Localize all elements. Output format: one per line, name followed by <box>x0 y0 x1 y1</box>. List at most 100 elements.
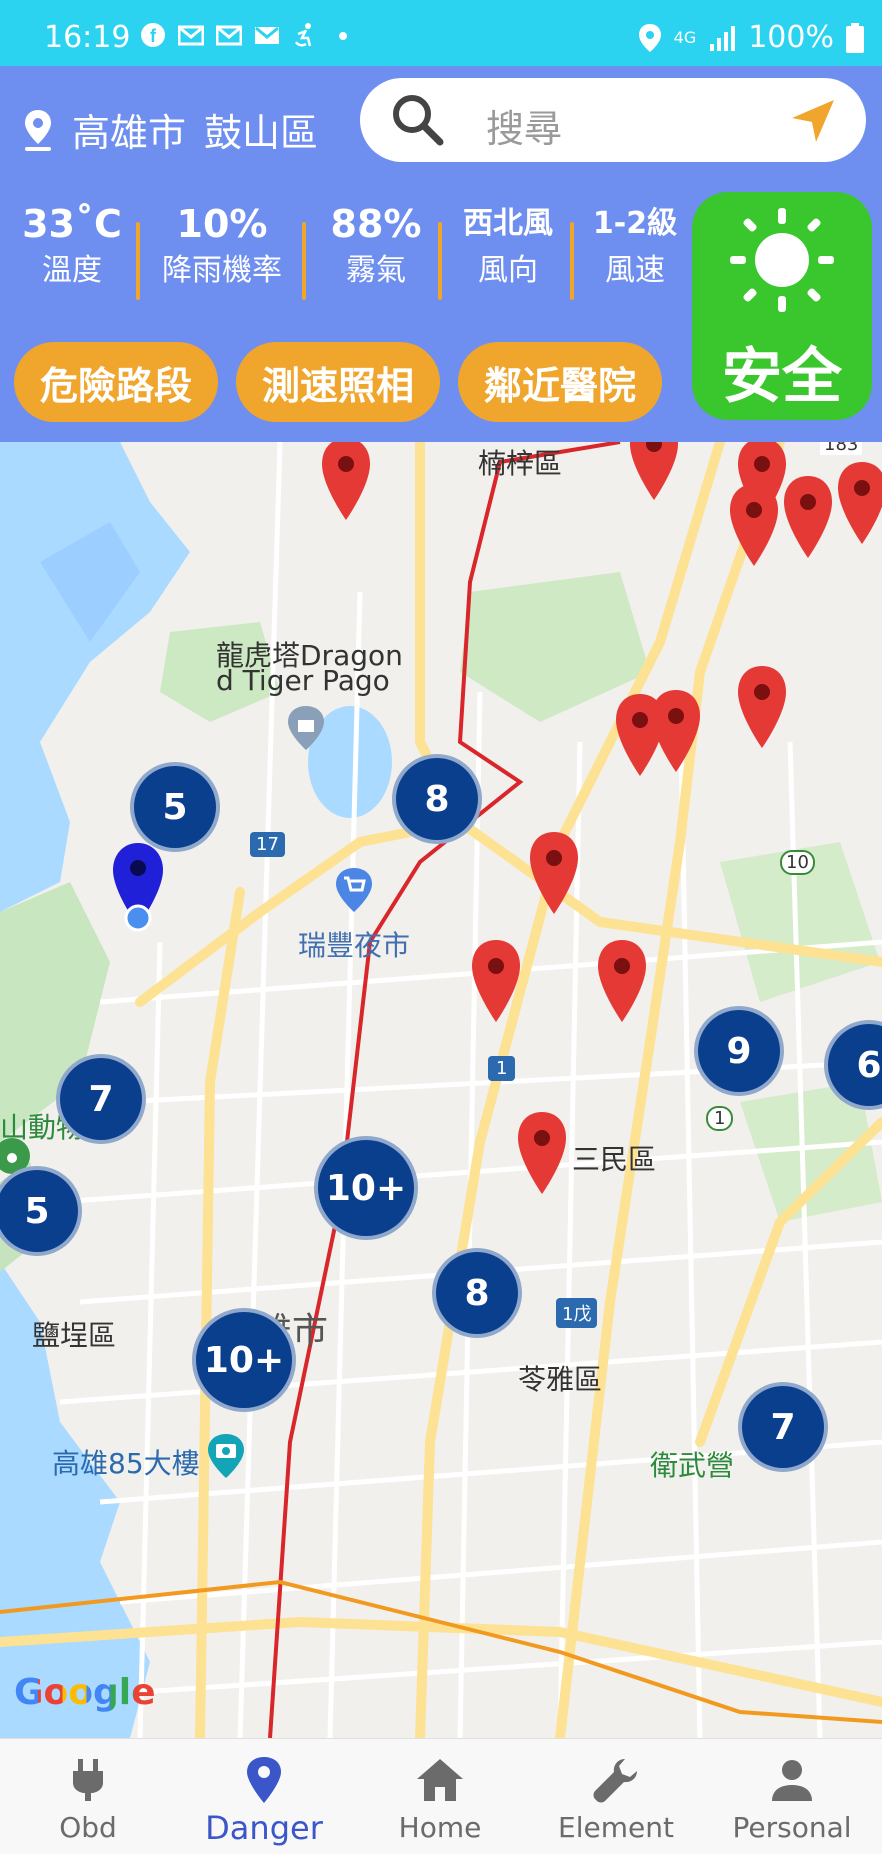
battery-percent: 100% <box>748 20 834 55</box>
stat-label: 風向 <box>478 253 538 288</box>
divider <box>438 222 442 300</box>
location-district: 鼓山區 <box>204 111 319 155</box>
dot-icon <box>339 32 347 40</box>
danger-marker[interactable] <box>516 1110 568 1196</box>
stat-value: 33˚C <box>22 202 122 246</box>
nav-label: Obd <box>59 1811 117 1844</box>
stat-label: 霧氣 <box>346 253 406 288</box>
danger-marker[interactable] <box>614 692 666 778</box>
safety-status-card: 安全 <box>692 192 872 420</box>
location-city: 高雄市 <box>72 111 187 155</box>
map-label-lingya: 苓雅區 <box>518 1363 603 1396</box>
marker-cluster[interactable]: 7 <box>56 1054 146 1144</box>
road-shield-17: 17 <box>250 832 285 857</box>
danger-marker[interactable] <box>782 474 834 560</box>
status-time: 16:19 <box>44 20 131 55</box>
map-label-ruifeng: 瑞豐夜市 <box>298 929 411 962</box>
map-label-tower85: 高雄85大樓 <box>52 1447 200 1480</box>
road-shield-1wu: 1戊 <box>556 1298 598 1328</box>
danger-marker[interactable] <box>320 442 372 522</box>
road-shield-10: 10 <box>780 850 815 875</box>
stat-label: 降雨機率 <box>162 253 282 288</box>
map-view[interactable]: 楠梓區 龍虎塔Dragon d Tiger Pago 瑞豐夜市 三民區 山動物園… <box>0 442 882 1738</box>
temple-poi-icon[interactable] <box>286 704 326 752</box>
navigate-arrow-icon[interactable] <box>790 98 836 144</box>
mail-icon <box>178 25 204 46</box>
stat-value: 10% <box>176 202 268 246</box>
search-bar[interactable]: 搜尋 <box>360 78 866 162</box>
danger-marker[interactable] <box>736 664 788 750</box>
road-shield-1-provincial: 1 <box>706 1106 734 1131</box>
divider <box>136 222 140 300</box>
stat-temperature: 33˚C 溫度 <box>14 200 130 294</box>
nearby-hospital-button[interactable]: 鄰近醫院 <box>458 342 662 422</box>
marker-cluster[interactable]: 5 <box>130 762 220 852</box>
stat-wind-speed: 1-2級 風速 <box>580 200 690 294</box>
wrench-icon <box>593 1759 637 1803</box>
weather-header: 高雄市 鼓山區 搜尋 33˚C 溫度 10% 降雨機率 88% 霧氣 西北風 風… <box>0 66 882 442</box>
facebook-icon: f <box>141 23 165 47</box>
danger-marker[interactable] <box>596 938 648 1024</box>
speed-camera-button[interactable]: 測速照相 <box>236 342 440 422</box>
home-icon <box>417 1759 463 1801</box>
bottom-navigation: Obd Danger Home Element Personal <box>0 1738 882 1854</box>
dangerous-roads-button[interactable]: 危險路段 <box>14 342 218 422</box>
stat-wind-direction: 西北風 風向 <box>448 200 568 294</box>
map-label-weiwuying: 衛武營 <box>650 1449 735 1482</box>
accessibility-icon <box>294 23 312 47</box>
battery-icon <box>846 22 864 53</box>
map-pin-icon <box>247 1757 281 1803</box>
marker-cluster[interactable]: 10+ <box>192 1308 296 1412</box>
nav-element[interactable]: Element <box>528 1739 704 1854</box>
stat-value: 西北風 <box>463 206 553 241</box>
nav-danger[interactable]: Danger <box>176 1739 352 1854</box>
status-right: 4G 100% <box>638 20 864 55</box>
danger-marker[interactable] <box>528 830 580 916</box>
nav-home[interactable]: Home <box>352 1739 528 1854</box>
stat-fog: 88% 霧氣 <box>318 200 434 294</box>
camera-poi-icon[interactable] <box>206 1432 246 1480</box>
shopping-poi-icon[interactable] <box>334 866 374 914</box>
marker-cluster[interactable]: 10+ <box>314 1136 418 1240</box>
location-pin-icon <box>25 109 51 151</box>
danger-marker[interactable] <box>470 938 522 1024</box>
nav-label: Home <box>398 1811 482 1844</box>
danger-marker[interactable] <box>728 482 780 568</box>
divider <box>302 222 306 300</box>
google-logo: Google <box>14 1672 156 1713</box>
nav-personal[interactable]: Personal <box>704 1739 880 1854</box>
nav-label: Personal <box>732 1811 852 1844</box>
map-label-sanmin: 三民區 <box>572 1143 657 1176</box>
sun-icon <box>730 208 834 312</box>
danger-marker[interactable] <box>836 460 882 546</box>
marker-cluster[interactable]: 8 <box>432 1248 522 1338</box>
stat-label: 風速 <box>605 253 665 288</box>
marker-cluster[interactable]: 7 <box>738 1382 828 1472</box>
nav-label: Element <box>558 1811 674 1844</box>
signal-icon <box>710 25 736 51</box>
mail-icon <box>255 26 279 44</box>
notification-icons: f <box>140 22 356 48</box>
nav-obd[interactable]: Obd <box>0 1739 176 1854</box>
map-label-nanzi: 楠梓區 <box>478 447 563 480</box>
map-label-dragon-tiger-2: d Tiger Pago <box>216 664 390 697</box>
road-shield-183: 183 <box>820 442 863 455</box>
network-type: 4G <box>673 27 697 47</box>
stat-rain-probability: 10% 降雨機率 <box>148 200 296 294</box>
mail-icon <box>216 25 242 46</box>
weather-stats: 33˚C 溫度 10% 降雨機率 88% 霧氣 西北風 風向 1-2級 風速 <box>0 200 690 310</box>
current-location[interactable]: 高雄市 鼓山區 <box>22 102 318 157</box>
danger-marker[interactable] <box>628 442 680 502</box>
svg-text:f: f <box>150 26 157 46</box>
google-logo-text: Google <box>14 1672 156 1713</box>
stat-value: 1-2級 <box>592 206 678 241</box>
search-input[interactable]: 搜尋 <box>486 98 562 153</box>
marker-cluster[interactable]: 9 <box>694 1006 784 1096</box>
location-icon <box>638 23 661 52</box>
status-bar: 16:19 f 4G 100% <box>0 0 882 66</box>
divider <box>570 222 574 300</box>
plug-icon <box>73 1759 103 1801</box>
nav-label: Danger <box>205 1809 323 1847</box>
person-icon <box>772 1760 812 1801</box>
marker-cluster[interactable]: 8 <box>392 754 482 844</box>
